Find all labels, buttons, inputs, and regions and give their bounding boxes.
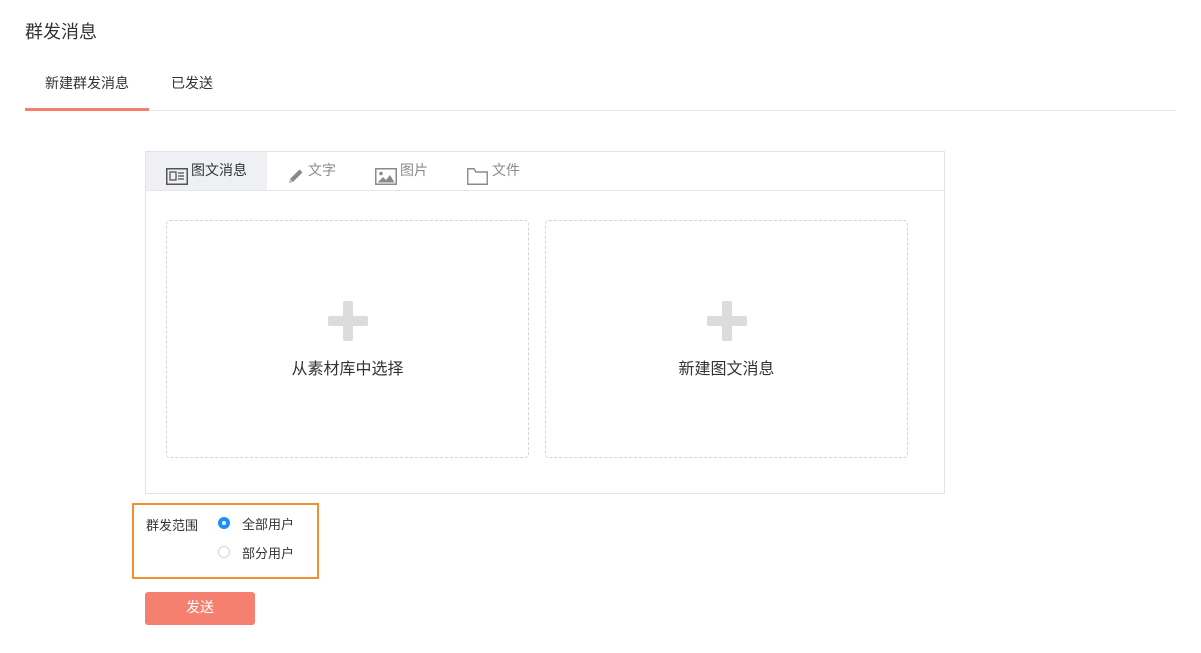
type-tab-text[interactable]: 文字	[267, 152, 357, 190]
select-from-library-card[interactable]: 从素材库中选择	[166, 220, 529, 458]
type-tab-file-label: 文件	[492, 163, 520, 179]
tab-new-broadcast[interactable]: 新建群发消息	[25, 64, 149, 111]
plus-icon	[328, 301, 368, 341]
message-editor: 图文消息 文字 图片 文件 从素材库中选择 新建图文消息	[145, 151, 945, 494]
news-icon	[166, 162, 188, 200]
type-tab-image[interactable]: 图片	[357, 152, 447, 190]
pencil-icon	[287, 162, 305, 200]
send-button[interactable]: 发送	[145, 592, 255, 625]
radio-unchecked[interactable]	[218, 546, 230, 558]
plus-icon	[707, 301, 747, 341]
select-from-library-label: 从素材库中选择	[291, 359, 404, 378]
type-tab-image-label: 图片	[400, 163, 428, 179]
scope-option-label: 全部用户	[242, 518, 295, 533]
folder-icon	[467, 162, 488, 200]
type-tab-news-label: 图文消息	[191, 163, 247, 179]
type-tab-news[interactable]: 图文消息	[146, 152, 267, 190]
type-tab-file[interactable]: 文件	[447, 152, 537, 190]
message-type-bar: 图文消息 文字 图片 文件	[146, 152, 944, 191]
type-tab-text-label: 文字	[308, 163, 336, 179]
radio-checked[interactable]	[218, 517, 230, 529]
page-title: 群发消息	[25, 22, 97, 43]
broadcast-scope-label: 群发范围	[146, 519, 199, 534]
tab-sent[interactable]: 已发送	[155, 64, 229, 108]
scope-option-label: 部分用户	[242, 547, 295, 562]
create-news-card[interactable]: 新建图文消息	[545, 220, 908, 458]
tab-bar: 新建群发消息 已发送	[25, 64, 1176, 111]
broadcast-scope-section: 群发范围 全部用户 部分用户	[132, 503, 319, 579]
create-news-label: 新建图文消息	[678, 359, 775, 378]
image-icon	[375, 162, 397, 200]
